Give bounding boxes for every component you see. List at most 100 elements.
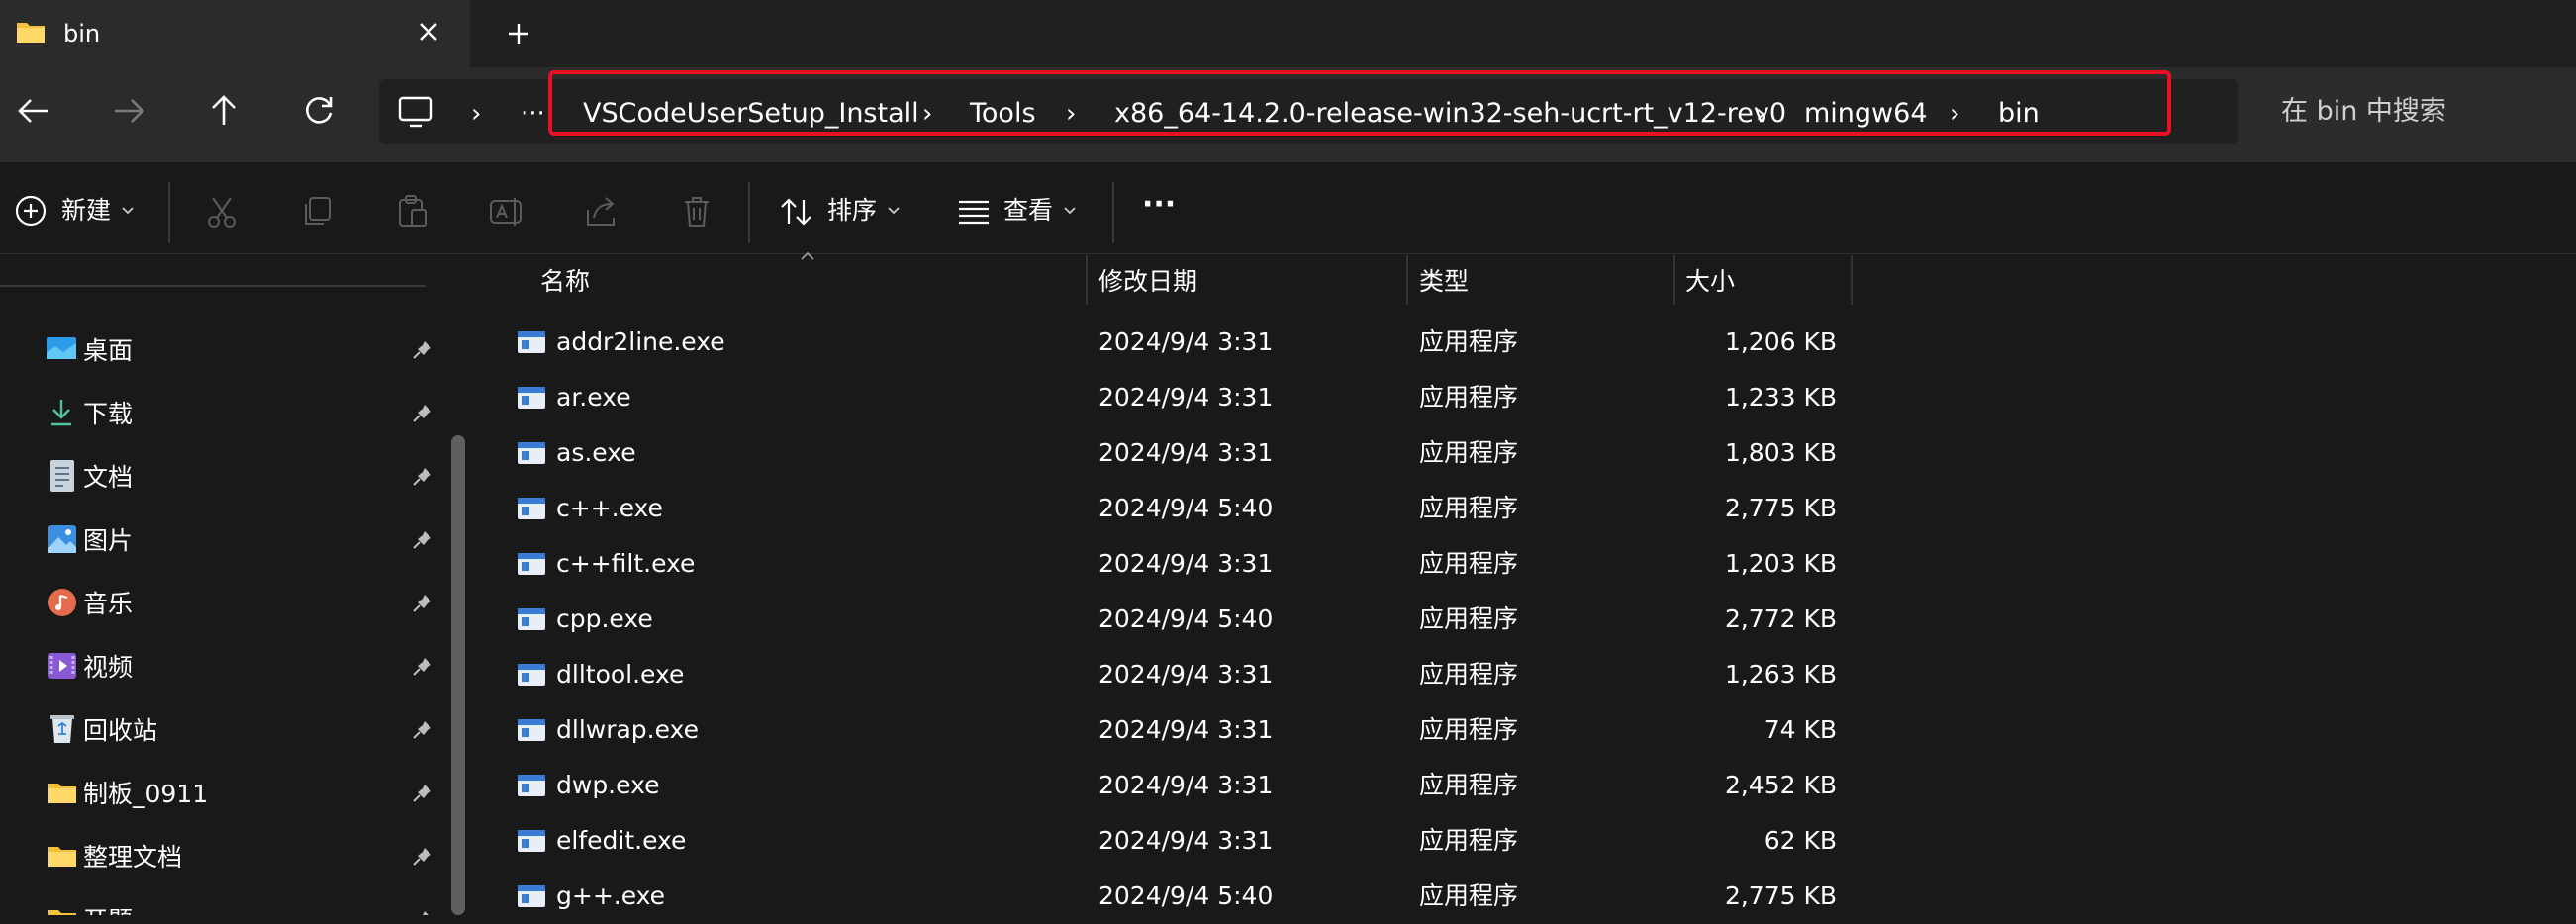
- file-row[interactable]: c++filt.exe 2024/9/4 3:31 应用程序 1,203 KB: [505, 536, 1851, 592]
- file-row[interactable]: c++.exe 2024/9/4 5:40 应用程序 2,775 KB: [505, 481, 1851, 536]
- file-row[interactable]: dwp.exe 2024/9/4 3:31 应用程序 2,452 KB: [505, 758, 1851, 813]
- file-name: addr2line.exe: [556, 327, 725, 356]
- breadcrumb-item[interactable]: x86_64-14.2.0-release-win32-seh-ucrt-rt_…: [1114, 96, 1786, 132]
- sidebar-item-folder[interactable]: 制板_0911: [40, 767, 445, 822]
- breadcrumb-item-current[interactable]: bin: [1998, 96, 2040, 132]
- pin-icon[interactable]: [411, 528, 434, 552]
- pin-icon[interactable]: [411, 845, 434, 869]
- sidebar-item-music[interactable]: 音乐: [40, 577, 445, 632]
- pin-icon[interactable]: [411, 592, 434, 615]
- file-row[interactable]: g++.exe 2024/9/4 5:40 应用程序 2,775 KB: [505, 869, 1851, 924]
- file-date: 2024/9/4 5:40: [1098, 881, 1274, 910]
- copy-icon[interactable]: [297, 192, 336, 231]
- new-button[interactable]: 新建: [61, 194, 111, 228]
- sidebar-item-folder[interactable]: 开题: [40, 893, 445, 915]
- file-row[interactable]: dllwrap.exe 2024/9/4 3:31 应用程序 74 KB: [505, 702, 1851, 758]
- file-row[interactable]: elfedit.exe 2024/9/4 3:31 应用程序 62 KB: [505, 813, 1851, 869]
- file-date: 2024/9/4 3:31: [1098, 826, 1274, 855]
- file-date: 2024/9/4 3:31: [1098, 715, 1274, 744]
- plus-icon[interactable]: [501, 16, 536, 51]
- sidebar-item-label: 视频: [83, 653, 134, 682]
- breadcrumb-item[interactable]: Tools: [970, 96, 1036, 132]
- column-header-date[interactable]: 修改日期: [1098, 265, 1197, 299]
- pin-icon[interactable]: [411, 908, 434, 915]
- file-name: elfedit.exe: [556, 826, 687, 855]
- forward-arrow-icon[interactable]: [99, 81, 158, 140]
- sort-icon[interactable]: [778, 194, 815, 230]
- column-divider[interactable]: [1406, 255, 1408, 305]
- column-header-size[interactable]: 大小: [1685, 265, 1735, 299]
- plus-circle-icon[interactable]: [14, 194, 48, 228]
- chevron-right-icon[interactable]: ›: [1950, 96, 1959, 132]
- chevron-down-icon[interactable]: [887, 204, 901, 218]
- cut-icon[interactable]: [202, 192, 241, 231]
- file-date: 2024/9/4 3:31: [1098, 771, 1274, 799]
- file-size: 2,452 KB: [1724, 771, 1837, 799]
- tab-title: bin: [63, 20, 101, 47]
- file-row[interactable]: as.exe 2024/9/4 3:31 应用程序 1,803 KB: [505, 425, 1851, 481]
- delete-icon[interactable]: [677, 192, 716, 231]
- chevron-right-icon[interactable]: ›: [1756, 96, 1765, 132]
- pin-icon[interactable]: [411, 465, 434, 489]
- toolbar-divider: [748, 182, 750, 243]
- document-icon: [49, 459, 75, 493]
- breadcrumb-item[interactable]: mingw64: [1804, 96, 1928, 132]
- chevron-down-icon[interactable]: [121, 204, 135, 218]
- chevron-down-icon[interactable]: [1063, 204, 1077, 218]
- rename-icon[interactable]: [487, 192, 526, 231]
- column-divider[interactable]: [1673, 255, 1675, 305]
- file-type: 应用程序: [1419, 826, 1519, 855]
- sidebar-item-videos[interactable]: 视频: [40, 640, 445, 695]
- breadcrumb-item[interactable]: VSCodeUserSetup_Install: [583, 96, 919, 132]
- exe-file-icon: [517, 828, 546, 854]
- file-type: 应用程序: [1419, 383, 1519, 412]
- sort-button[interactable]: 排序: [827, 194, 877, 228]
- sidebar-item-label: 图片: [83, 526, 134, 555]
- chevron-right-icon[interactable]: ›: [922, 96, 932, 132]
- pin-icon[interactable]: [411, 782, 434, 805]
- column-divider[interactable]: [1851, 255, 1853, 305]
- view-icon[interactable]: [956, 196, 992, 228]
- chevron-right-icon[interactable]: ›: [471, 96, 481, 132]
- sidebar-item-desktop[interactable]: 桌面: [40, 323, 445, 379]
- column-header-name[interactable]: 名称: [540, 265, 590, 299]
- exe-file-icon: [517, 551, 546, 577]
- sidebar-item-folder[interactable]: 整理文档: [40, 830, 445, 885]
- sidebar-item-recycle-bin[interactable]: 回收站: [40, 703, 445, 759]
- breadcrumb-overflow[interactable]: ···: [521, 96, 545, 132]
- refresh-icon[interactable]: [289, 81, 348, 140]
- sidebar-item-pictures[interactable]: 图片: [40, 513, 445, 569]
- paste-icon[interactable]: [392, 192, 431, 231]
- more-options-button[interactable]: ···: [1142, 188, 1176, 222]
- sidebar-item-label: 整理文档: [83, 843, 183, 872]
- file-row[interactable]: addr2line.exe 2024/9/4 3:31 应用程序 1,206 KB: [505, 315, 1851, 370]
- music-icon: [48, 588, 77, 617]
- file-size: 1,206 KB: [1724, 327, 1837, 356]
- file-date: 2024/9/4 3:31: [1098, 438, 1274, 467]
- share-icon[interactable]: [582, 192, 621, 231]
- sidebar-scrollbar[interactable]: [451, 435, 465, 915]
- pin-icon[interactable]: [411, 718, 434, 742]
- sidebar-item-downloads[interactable]: 下载: [40, 387, 445, 442]
- pin-icon[interactable]: [411, 655, 434, 679]
- pin-icon[interactable]: [411, 338, 434, 362]
- pin-icon[interactable]: [411, 402, 434, 425]
- file-date: 2024/9/4 3:31: [1098, 383, 1274, 412]
- sidebar-item-documents[interactable]: 文档: [40, 450, 445, 506]
- file-row[interactable]: ar.exe 2024/9/4 3:31 应用程序 1,233 KB: [505, 370, 1851, 425]
- file-name: dllwrap.exe: [556, 715, 699, 744]
- column-divider[interactable]: [1086, 255, 1088, 305]
- back-arrow-icon[interactable]: [4, 81, 63, 140]
- file-row[interactable]: cpp.exe 2024/9/4 5:40 应用程序 2,772 KB: [505, 592, 1851, 647]
- file-row[interactable]: dlltool.exe 2024/9/4 3:31 应用程序 1,263 KB: [505, 647, 1851, 702]
- chevron-right-icon[interactable]: ›: [1066, 96, 1076, 132]
- file-size: 2,772 KB: [1724, 604, 1837, 633]
- close-icon[interactable]: [411, 14, 446, 49]
- up-arrow-icon[interactable]: [194, 81, 253, 140]
- computer-icon[interactable]: [396, 93, 435, 131]
- view-button[interactable]: 查看: [1003, 194, 1053, 228]
- sidebar-item-label: 制板_0911: [83, 780, 209, 808]
- video-icon: [48, 651, 77, 681]
- exe-file-icon: [517, 717, 546, 743]
- column-header-type[interactable]: 类型: [1419, 265, 1469, 299]
